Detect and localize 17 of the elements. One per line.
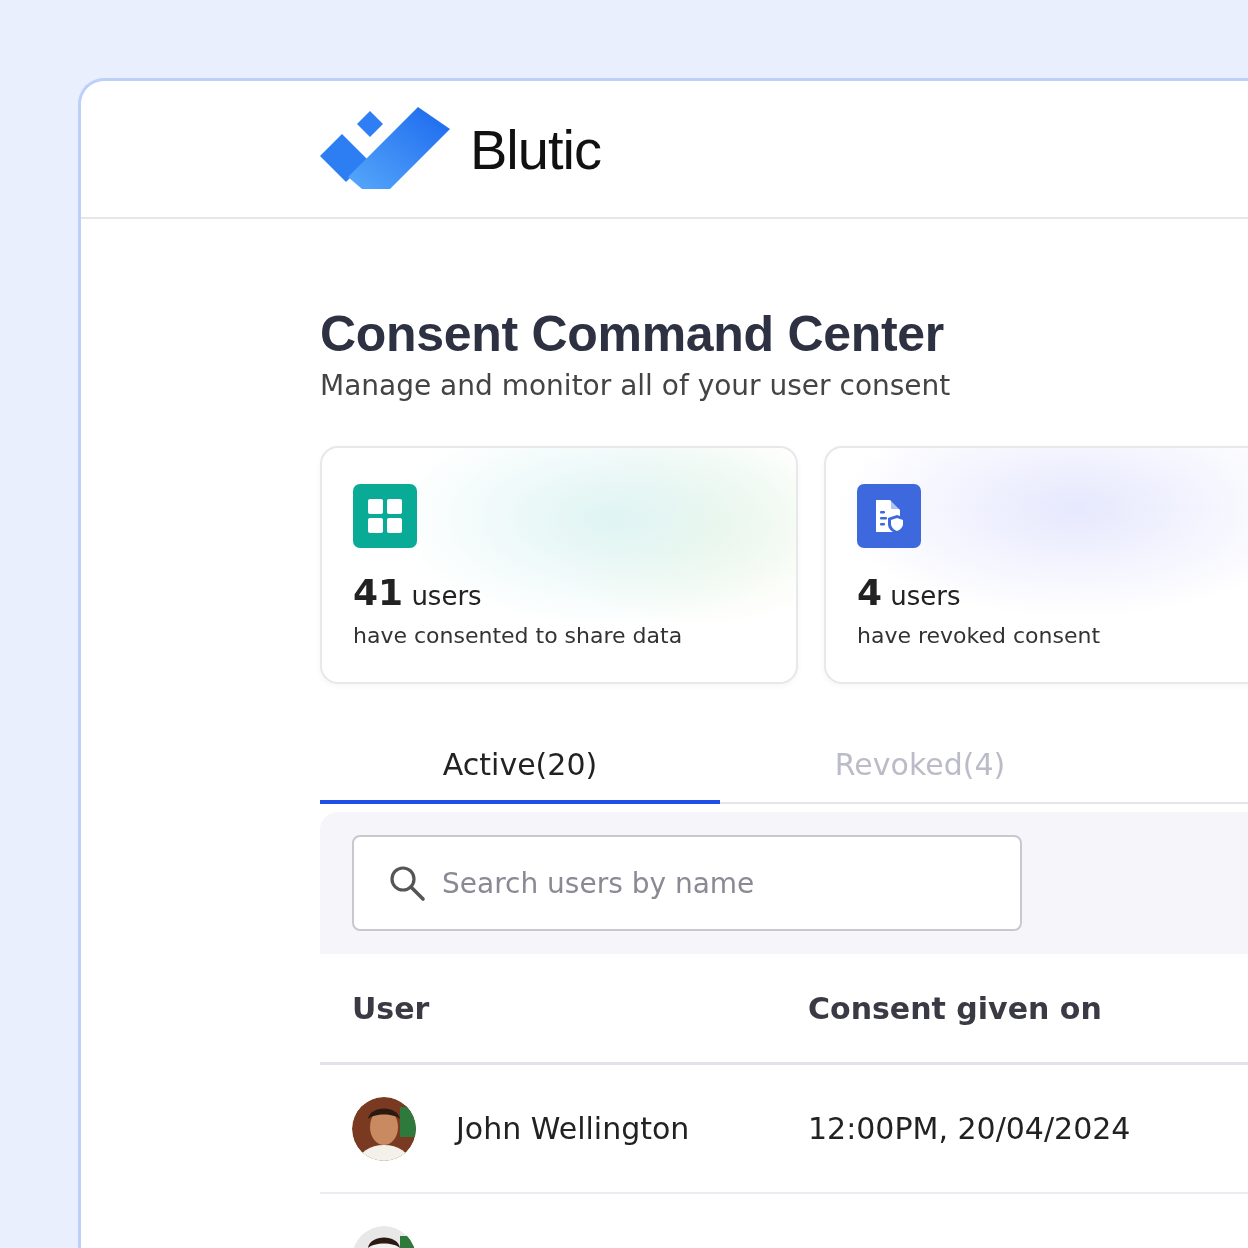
search-field[interactable]: Search users by name: [352, 835, 1022, 931]
page-subtitle: Manage and monitor all of your user consent: [320, 369, 951, 402]
stat-description: have revoked consent: [857, 623, 1101, 648]
stat-count: 4 users: [857, 572, 961, 613]
consent-date: 12:00PM, 20/04/2024: [808, 1111, 1131, 1146]
stat-description: have consented to share data: [353, 623, 683, 648]
stat-count: 41 users: [353, 572, 482, 613]
user-name: John Wellington: [456, 1111, 690, 1146]
document-shield-icon: [857, 484, 921, 548]
logo-icon: [320, 107, 450, 191]
grid-icon: [353, 484, 417, 548]
column-header: Consent given on: [808, 990, 1102, 1026]
search-icon: [388, 864, 426, 902]
brand-name: Blutic: [470, 116, 601, 182]
tab[interactable]: Active(20): [320, 736, 720, 804]
column-header: User: [352, 990, 430, 1026]
page-title: Consent Command Center: [320, 305, 945, 363]
